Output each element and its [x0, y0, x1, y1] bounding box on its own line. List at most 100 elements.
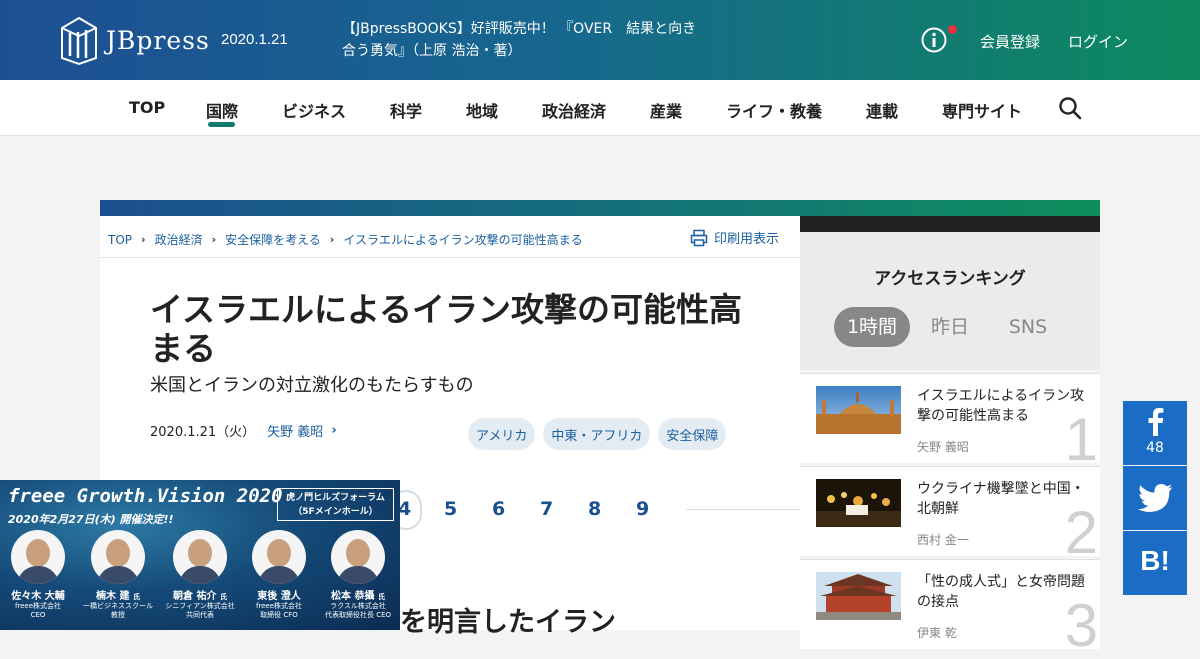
ranking-thumbnail: [816, 572, 901, 620]
promo-link[interactable]: 【JBpressBOOKS】好評販売中！ 『OVER 結果と向き合う勇気』（上原…: [342, 18, 702, 62]
nav-item-special-sites[interactable]: 専門サイト: [942, 98, 1022, 122]
ranking-item[interactable]: イスラエルによるイラン攻撃の可能性高まる 矢野 義昭 1: [800, 373, 1100, 470]
nav-item-region[interactable]: 地域: [466, 98, 498, 122]
logo-text: JBpress: [106, 25, 210, 55]
ad-speaker: 東後 澄人 freee株式会社 取締役 CFO: [239, 530, 319, 620]
nav-item-life-culture[interactable]: ライフ・教養: [726, 98, 822, 122]
speaker-honorific: 氏: [377, 593, 385, 601]
ad-speaker: 楠木 建 氏 一橋ビジネススクール 教授: [78, 530, 158, 620]
speaker-name: 松本 恭攝 氏: [318, 587, 398, 602]
ranking-item-title: 「性の成人式」と女帝問題の接点: [917, 574, 1085, 610]
ranking-tab-1hour[interactable]: 1時間: [834, 307, 910, 347]
avatar: [91, 530, 145, 584]
avatar: [252, 530, 306, 584]
register-link[interactable]: 会員登録: [980, 31, 1040, 52]
speaker-role: 取締役 CFO: [260, 611, 298, 619]
speaker-role: CEO: [30, 611, 46, 619]
avatar: [331, 530, 385, 584]
ranking-item-author: 西村 金一: [917, 533, 969, 547]
main-nav: TOP 国際 ビジネス 科学 地域 政治経済 産業 ライフ・教養 連載 専門サイ…: [0, 80, 1200, 136]
section-heading: を明言したイラン: [400, 607, 616, 638]
nav-item-politics-economy[interactable]: 政治経済: [542, 98, 606, 122]
pager-page-8[interactable]: 8: [588, 498, 601, 520]
header-date: 2020.1.21: [221, 31, 288, 48]
speaker-role: 代表取締役社長 CEO: [324, 611, 392, 619]
breadcrumb-item[interactable]: 政治経済: [155, 231, 203, 248]
ranking-number: 3: [1064, 592, 1098, 659]
speaker-honorific: 氏: [132, 593, 140, 601]
breadcrumb: TOP › 政治経済 › 安全保障を考える › イスラエルによるイラン攻撃の可能性高ま…: [108, 231, 583, 248]
pager-page-7[interactable]: 7: [540, 498, 553, 520]
avatar: [173, 530, 227, 584]
nav-item-business[interactable]: ビジネス: [282, 98, 346, 122]
content-top-bar: [100, 200, 1100, 216]
article-date: 2020.1.21（火）: [150, 425, 256, 440]
facebook-share-button[interactable]: 48: [1123, 401, 1187, 465]
speaker-honorific: 氏: [219, 593, 227, 601]
speaker-org: 一橋ビジネススクール: [83, 602, 153, 610]
tag-list: アメリカ 中東・アフリカ 安全保障: [468, 418, 727, 450]
ad-speaker: 朝倉 祐介 氏 シニフィアン株式会社 共同代表: [160, 530, 240, 620]
pager-page-9[interactable]: 9: [636, 498, 649, 520]
hatena-bookmark-button[interactable]: B!: [1123, 531, 1187, 595]
nav-item-international[interactable]: 国際: [206, 98, 238, 122]
search-icon[interactable]: [1058, 96, 1082, 120]
info-icon[interactable]: [921, 27, 947, 53]
ranking-thumbnail: [816, 386, 901, 434]
breadcrumb-item[interactable]: 安全保障を考える: [225, 231, 321, 248]
notification-dot: [948, 25, 957, 34]
ad-venue: 虎ノ門ヒルズフォーラム （5Fメインホール）: [277, 488, 394, 521]
site-logo[interactable]: JBpress: [60, 14, 210, 66]
login-link[interactable]: ログイン: [1068, 31, 1128, 52]
speaker-name-text: 松本 恭攝: [331, 591, 375, 602]
ranking-item[interactable]: ウクライナ機撃墜と中国・北朝鮮 西村 金一 2: [800, 466, 1100, 563]
ranking-item-title: ウクライナ機撃墜と中国・北朝鮮: [917, 481, 1085, 517]
speaker-name-text: 楠木 建: [96, 591, 130, 602]
ad-banner[interactable]: freee Growth.Vision 2020 2020年2月27日(木) 開…: [0, 480, 400, 630]
twitter-share-button[interactable]: [1123, 466, 1187, 530]
print-button[interactable]: 印刷用表示: [690, 228, 779, 247]
nav-item-science[interactable]: 科学: [390, 98, 422, 122]
tag-middle-east-africa[interactable]: 中東・アフリカ: [543, 418, 651, 450]
ranking-title: アクセスランキング: [874, 269, 1026, 289]
speaker-role: 共同代表: [186, 611, 214, 619]
pager-page-5[interactable]: 5: [444, 498, 457, 520]
ad-date: 2020年2月27日(木) 開催決定!!: [8, 513, 174, 526]
chevron-right-icon: ›: [211, 233, 217, 246]
author-link[interactable]: 矢野 義昭: [267, 421, 323, 440]
ranking-number: 1: [1064, 406, 1098, 473]
nav-item-series[interactable]: 連載: [866, 98, 898, 122]
facebook-share-count: 48: [1146, 440, 1164, 456]
speaker-name: 東後 澄人: [257, 591, 301, 602]
ranking-tab-yesterday[interactable]: 昨日: [920, 307, 980, 347]
ad-venue-line: （5Fメインホール）: [293, 507, 378, 517]
facebook-icon: [1148, 408, 1164, 436]
ranking-item[interactable]: 「性の成人式」と女帝問題の接点 伊東 乾 3: [800, 559, 1100, 656]
nav-item-industry[interactable]: 産業: [650, 98, 682, 122]
ranking-panel: アクセスランキング 1時間 昨日 SNS: [800, 232, 1100, 370]
pager-page-6[interactable]: 6: [492, 498, 505, 520]
ranking-number: 2: [1064, 499, 1098, 566]
tag-america[interactable]: アメリカ: [468, 418, 536, 450]
tag-security[interactable]: 安全保障: [658, 418, 727, 450]
speaker-org: ラクスル株式会社: [330, 602, 386, 610]
divider: [100, 257, 800, 258]
speaker-name: 佐々木 大輔: [11, 591, 65, 602]
speaker-org: freee株式会社: [14, 602, 62, 610]
ad-speaker: 佐々木 大輔 freee株式会社 CEO: [0, 530, 78, 620]
twitter-icon: [1138, 484, 1172, 512]
ranking-item-author: 伊東 乾: [917, 626, 957, 640]
ranking-thumbnail: [816, 479, 901, 527]
divider: [686, 509, 800, 510]
logo-icon: [61, 16, 97, 66]
ranking-tab-sns[interactable]: SNS: [996, 307, 1060, 347]
speaker-org: シニフィアン株式会社: [165, 602, 235, 610]
breadcrumb-item[interactable]: TOP: [108, 233, 132, 247]
site-header: JBpress 2020.1.21 【JBpressBOOKS】好評販売中！ 『…: [0, 0, 1200, 80]
speaker-name: 楠木 建 氏: [78, 587, 158, 602]
nav-item-top[interactable]: TOP: [129, 98, 165, 117]
article-meta: 2020.1.21（火） 矢野 義昭 ›: [150, 421, 337, 440]
breadcrumb-item[interactable]: イスラエルによるイラン攻撃の可能性高まる: [343, 231, 582, 248]
speaker-name-text: 朝倉 祐介: [173, 591, 217, 602]
article-title: イスラエルによるイラン攻撃の可能性高まる: [150, 290, 743, 368]
